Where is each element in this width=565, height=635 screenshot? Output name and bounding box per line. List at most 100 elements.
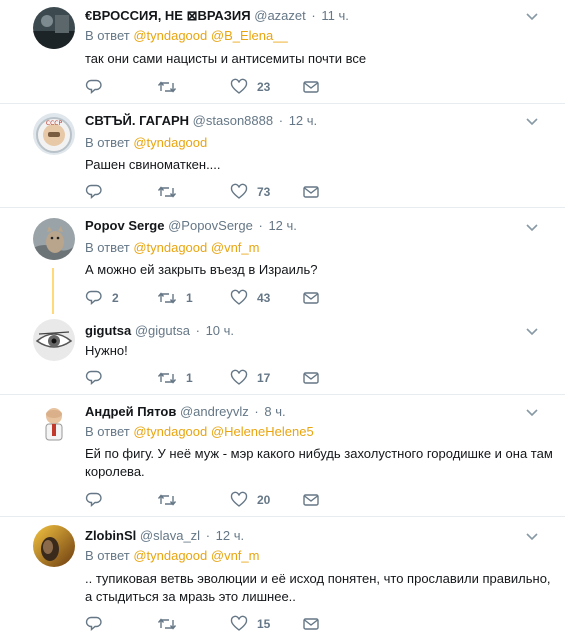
reply-prefix: В ответ (85, 424, 130, 439)
separator-dot: · (254, 404, 259, 419)
separator-dot: · (311, 8, 316, 23)
author-handle[interactable]: @slava_zl (140, 528, 200, 543)
avatar[interactable] (33, 7, 75, 49)
timestamp[interactable]: 12 ч. (216, 528, 244, 543)
chevron-down-icon[interactable] (525, 532, 539, 542)
avatar[interactable] (33, 402, 75, 444)
envelope-icon (302, 78, 320, 96)
tweet[interactable]: СССР СВТЪЙ. ГАГАРН @stason8888 · 12 ч. В… (0, 104, 565, 207)
chevron-down-icon[interactable] (525, 327, 539, 337)
avatar[interactable] (33, 218, 75, 260)
dm-button[interactable] (302, 490, 320, 510)
author-name[interactable]: СВТЪЙ. ГАГАРН (85, 113, 189, 128)
mention-link[interactable]: @vnf_m (211, 548, 260, 563)
author-name[interactable]: Андрей Пятов (85, 404, 176, 419)
timestamp[interactable]: 10 ч. (206, 323, 234, 338)
mention-link[interactable]: @vnf_m (211, 240, 260, 255)
like-button[interactable]: 73 (230, 182, 270, 202)
like-button[interactable]: 15 (230, 614, 270, 634)
retweet-button[interactable] (157, 182, 177, 202)
like-count: 23 (257, 80, 271, 94)
reply-icon (85, 183, 103, 201)
reply-context: В ответ @tyndagood @vnf_m (85, 547, 259, 565)
timestamp[interactable]: 8 ч. (264, 404, 285, 419)
reply-prefix: В ответ (85, 28, 130, 43)
author-name[interactable]: gigutsa (85, 323, 131, 338)
avatar[interactable]: СССР (33, 113, 75, 155)
reply-button[interactable] (85, 368, 103, 388)
reply-prefix: В ответ (85, 240, 130, 255)
tweet-text: Ей по фигу. У неё муж - мэр какого нибуд… (85, 446, 553, 479)
chevron-down-icon[interactable] (525, 12, 539, 22)
chevron-down-icon[interactable] (525, 117, 539, 127)
author-handle[interactable]: @PopovSerge (168, 218, 253, 233)
timestamp[interactable]: 12 ч. (289, 113, 317, 128)
reply-context: В ответ @tyndagood @HeleneHelene5 (85, 423, 314, 441)
tweet[interactable]: Андрей Пятов @andreyvlz · 8 ч. В ответ @… (0, 395, 565, 516)
retweet-button[interactable] (157, 614, 177, 634)
reply-button[interactable] (85, 182, 103, 202)
retweet-button[interactable]: 1 (157, 368, 193, 388)
chevron-down-icon[interactable] (525, 408, 539, 418)
timestamp[interactable]: 11 ч. (321, 8, 349, 23)
tweet[interactable]: Popov Serge @PopovSerge · 12 ч. В ответ … (0, 208, 565, 312)
dm-button[interactable] (302, 77, 320, 97)
like-button[interactable]: 43 (230, 288, 270, 308)
like-button[interactable]: 20 (230, 490, 270, 510)
reply-button[interactable] (85, 77, 103, 97)
heart-icon (230, 183, 248, 201)
dm-button[interactable] (302, 288, 320, 308)
author-handle[interactable]: @azazet (254, 8, 306, 23)
retweet-button[interactable] (157, 77, 177, 97)
separator-dot: · (205, 528, 211, 543)
timestamp[interactable]: 12 ч. (268, 218, 296, 233)
tweet[interactable]: gigutsa @gigutsa · 10 ч. Нужно! 1 17 (0, 312, 565, 394)
retweet-icon (157, 491, 177, 509)
like-count: 43 (257, 291, 271, 305)
mention-link[interactable]: @tyndagood (133, 240, 207, 255)
tweet-text: Рашен свиноматкен.... (85, 157, 221, 172)
tweet-text: Нужно! (85, 343, 128, 358)
reply-icon (85, 615, 103, 633)
like-count: 17 (257, 371, 271, 385)
author-name[interactable]: Popov Serge (85, 218, 164, 233)
reply-button[interactable]: 2 (85, 288, 119, 308)
avatar[interactable] (33, 319, 75, 361)
author-name[interactable]: €ВРОССИЯ, НЕ ⊠ВРАЗИЯ (85, 8, 251, 23)
reply-count: 2 (112, 291, 119, 305)
heart-icon (230, 615, 248, 633)
author-handle[interactable]: @andreyvlz (180, 404, 249, 419)
reply-prefix: В ответ (85, 135, 130, 150)
mention-link[interactable]: @tyndagood (133, 135, 207, 150)
dm-button[interactable] (302, 368, 320, 388)
author-name[interactable]: ZlobinSl (85, 528, 136, 543)
like-button[interactable]: 17 (230, 368, 270, 388)
dm-button[interactable] (302, 614, 320, 634)
mention-link[interactable]: @tyndagood (133, 28, 207, 43)
retweet-button[interactable] (157, 490, 177, 510)
reply-button[interactable] (85, 490, 103, 510)
retweet-count: 1 (186, 291, 193, 305)
chevron-down-icon[interactable] (525, 223, 539, 233)
reply-button[interactable] (85, 614, 103, 634)
tweet[interactable]: €ВРОССИЯ, НЕ ⊠ВРАЗИЯ @azazet · 11 ч. В о… (0, 0, 565, 103)
retweet-button[interactable]: 1 (157, 288, 193, 308)
mention-link[interactable]: @HeleneHelene5 (211, 424, 314, 439)
reply-icon (85, 78, 103, 96)
retweet-count: 1 (186, 371, 193, 385)
reply-context: В ответ @tyndagood @B_Elena__ (85, 27, 288, 45)
mention-link[interactable]: @B_Elena__ (211, 28, 288, 43)
author-handle[interactable]: @gigutsa (135, 323, 190, 338)
tweet-text: .. тупиковая ветвь эволюции и её исход п… (85, 571, 551, 604)
dm-button[interactable] (302, 182, 320, 202)
mention-link[interactable]: @tyndagood (133, 548, 207, 563)
like-count: 15 (257, 617, 271, 631)
author-handle[interactable]: @stason8888 (193, 113, 273, 128)
like-count: 73 (257, 185, 271, 199)
like-button[interactable]: 23 (230, 77, 270, 97)
svg-text:СССР: СССР (46, 120, 63, 127)
envelope-icon (302, 491, 320, 509)
avatar[interactable] (33, 525, 75, 567)
tweet[interactable]: ZlobinSl @slava_zl · 12 ч. В ответ @tynd… (0, 517, 565, 635)
mention-link[interactable]: @tyndagood (133, 424, 207, 439)
